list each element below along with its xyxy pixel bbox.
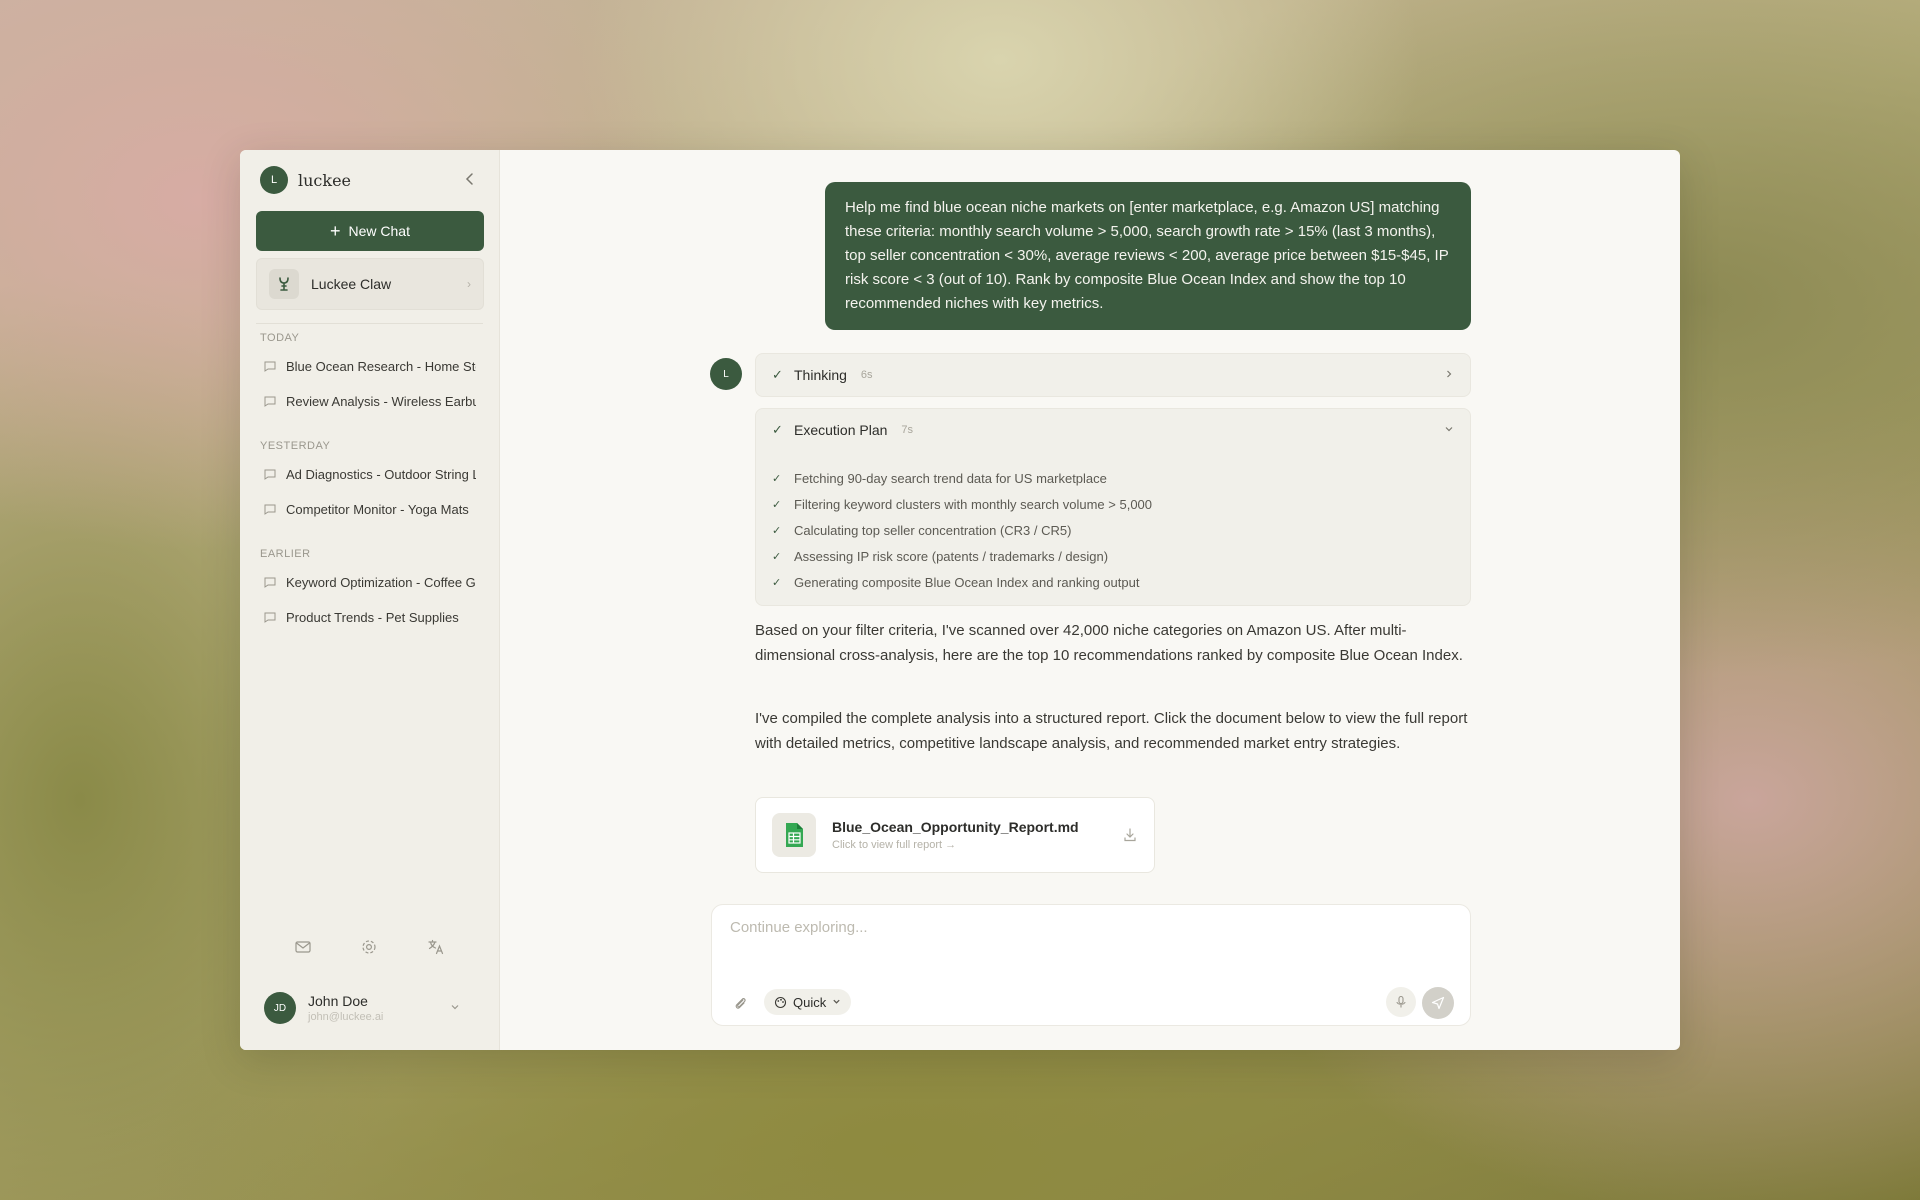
plan-step: ✓ Assessing IP risk score (patents / tra… [772, 543, 1454, 569]
brand-name: luckee [298, 170, 352, 190]
file-info: Blue_Ocean_Opportunity_Report.md Click t… [832, 819, 1079, 851]
section-label-today: TODAY [260, 332, 300, 344]
mode-selector[interactable]: Quick [764, 989, 852, 1015]
brand[interactable]: L luckee [260, 166, 351, 194]
execution-plan-time: 7s [901, 424, 914, 436]
user-message: Help me find blue ocean niche markets on… [825, 182, 1471, 330]
microphone-icon [1396, 995, 1406, 1008]
check-icon: ✓ [772, 498, 782, 511]
history-item-label: Keyword Optimization - Coffee Grinders [286, 574, 476, 590]
section-label-earlier: EARLIER [260, 548, 311, 560]
mode-label: Quick [793, 994, 827, 1010]
gear-icon[interactable] [360, 938, 378, 956]
chevron-down-icon [832, 997, 841, 1008]
plan-step: ✓ Generating composite Blue Ocean Index … [772, 569, 1454, 595]
assistant-avatar: L [710, 358, 742, 390]
assistant-answer-paragraph: Based on your filter criteria, I've scan… [755, 622, 1463, 664]
history-item-label: Product Trends - Pet Supplies [286, 609, 459, 625]
user-name: John Doe [308, 993, 368, 1009]
history-item-label: Review Analysis - Wireless Earbuds [286, 393, 476, 409]
user-info: John Doe john@luckee.ai [308, 993, 383, 1023]
download-icon[interactable] [1122, 827, 1138, 843]
chat-bubble-icon [264, 504, 276, 515]
check-icon: ✓ [772, 472, 782, 485]
microphone-button[interactable] [1386, 987, 1416, 1017]
history-item-label: Ad Diagnostics - Outdoor String Lights [286, 466, 476, 482]
plan-step-label: Calculating top seller concentration (CR… [794, 522, 1072, 538]
luckee-claw-button[interactable]: Luckee Claw › [256, 258, 484, 310]
chevron-down-icon [1444, 423, 1454, 437]
assistant-answer-paragraph: I've compiled the complete analysis into… [755, 710, 1468, 752]
chat-bubble-icon [264, 577, 276, 588]
history-item-label: Competitor Monitor - Yoga Mats [286, 501, 469, 517]
translate-icon[interactable] [427, 938, 445, 956]
user-email: john@luckee.ai [308, 1011, 384, 1023]
brand-logo: L [260, 166, 288, 194]
report-file-card[interactable]: Blue_Ocean_Opportunity_Report.md Click t… [755, 797, 1155, 873]
chat-bubble-icon [264, 469, 276, 480]
plus-icon: + [330, 221, 341, 241]
plan-step: ✓ Filtering keyword clusters with monthl… [772, 491, 1454, 517]
history-item[interactable]: Ad Diagnostics - Outdoor String Lights [256, 458, 484, 490]
check-icon: ✓ [772, 550, 782, 563]
new-chat-button[interactable]: + New Chat [256, 211, 484, 251]
chevron-right-icon: › [467, 277, 471, 291]
section-label-yesterday: YESTERDAY [260, 440, 331, 452]
plan-step-label: Generating composite Blue Ocean Index an… [794, 574, 1140, 590]
sidebar: L luckee + New Chat Luckee Claw › TODAY … [240, 150, 500, 1050]
history-item[interactable]: Review Analysis - Wireless Earbuds [256, 385, 484, 417]
execution-plan-title: Execution Plan [794, 422, 888, 438]
claw-label: Luckee Claw [311, 276, 392, 292]
chevron-left-icon [465, 173, 473, 185]
chevron-down-icon [450, 1002, 460, 1015]
check-icon: ✓ [772, 367, 783, 382]
history-item-label: Blue Ocean Research - Home Storage [286, 358, 476, 374]
execution-plan-panel: ✓ Execution Plan 7s ✓ Fetching 90-day se… [755, 408, 1471, 606]
thinking-title: Thinking [794, 367, 847, 383]
execution-plan-header[interactable]: ✓ Execution Plan 7s [756, 409, 1470, 451]
history-item[interactable]: Blue Ocean Research - Home Storage [256, 350, 484, 382]
spreadsheet-file-icon [772, 813, 816, 857]
send-icon [1431, 996, 1445, 1010]
message-composer: Quick [711, 904, 1471, 1026]
user-profile[interactable]: JD John Doe john@luckee.ai [264, 992, 484, 1024]
plan-step-label: Assessing IP risk score (patents / trade… [794, 548, 1109, 564]
chat-bubble-icon [264, 612, 276, 623]
send-button[interactable] [1422, 987, 1454, 1019]
mail-icon[interactable] [294, 938, 312, 956]
sidebar-toolbar [240, 938, 499, 956]
plan-steps: ✓ Fetching 90-day search trend data for … [756, 451, 1470, 599]
thinking-panel[interactable]: ✓ Thinking 6s [755, 353, 1471, 397]
plan-step-label: Filtering keyword clusters with monthly … [794, 496, 1153, 512]
palette-icon [774, 996, 787, 1008]
collapse-sidebar-button[interactable] [463, 172, 477, 186]
app-window: L luckee + New Chat Luckee Claw › TODAY … [240, 150, 1680, 1050]
chat-bubble-icon [264, 361, 276, 372]
chat-bubble-icon [264, 396, 276, 407]
plan-step: ✓ Calculating top seller concentration (… [772, 517, 1454, 543]
chat-main: Help me find blue ocean niche markets on… [500, 150, 1680, 1050]
avatar: JD [264, 992, 296, 1024]
check-icon: ✓ [772, 524, 782, 537]
plan-step: ✓ Fetching 90-day search trend data for … [772, 465, 1454, 491]
history-item[interactable]: Keyword Optimization - Coffee Grinders [256, 566, 484, 598]
new-chat-label: New Chat [348, 223, 410, 239]
thinking-header[interactable]: ✓ Thinking 6s [756, 354, 1470, 396]
chevron-right-icon [1444, 368, 1454, 382]
file-name: Blue_Ocean_Opportunity_Report.md [832, 819, 1079, 835]
history-item[interactable]: Competitor Monitor - Yoga Mats [256, 493, 484, 525]
paperclip-icon[interactable] [732, 995, 748, 1011]
plan-step-label: Fetching 90-day search trend data for US… [794, 470, 1107, 486]
file-subtitle: Click to view full report → [832, 839, 957, 851]
thinking-time: 6s [860, 369, 873, 381]
claw-icon [269, 269, 299, 299]
check-icon: ✓ [772, 422, 783, 437]
history-item[interactable]: Product Trends - Pet Supplies [256, 601, 484, 633]
sidebar-divider [256, 323, 483, 324]
check-icon: ✓ [772, 576, 782, 589]
message-input[interactable] [730, 919, 1430, 936]
